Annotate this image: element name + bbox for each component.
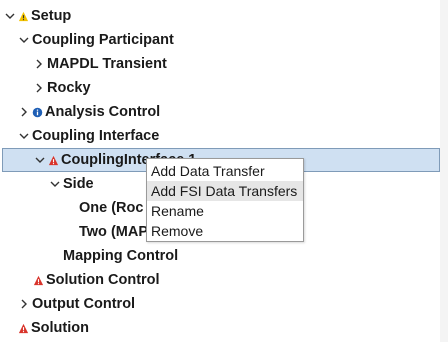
- tree-node-coupling-participant[interactable]: Coupling Participant: [0, 28, 448, 52]
- menu-item-add-data-transfer[interactable]: Add Data Transfer: [147, 161, 303, 181]
- tree-node-rocky[interactable]: Rocky: [0, 76, 448, 100]
- chevron-down-icon[interactable]: [49, 178, 61, 190]
- tree-label-side-two: Two (MAP: [79, 224, 148, 240]
- tree-label-coupling-participant: Coupling Participant: [32, 32, 174, 48]
- chevron-down-icon[interactable]: [34, 154, 46, 166]
- error-icon: [33, 275, 44, 286]
- tree-label-coupling-interface: Coupling Interface: [32, 128, 160, 144]
- tree-label-rocky: Rocky: [47, 80, 91, 96]
- tree-node-coupling-interface[interactable]: Coupling Interface: [0, 124, 448, 148]
- tree-node-analysis-control[interactable]: Analysis Control: [0, 100, 448, 124]
- menu-item-rename[interactable]: Rename: [147, 201, 303, 221]
- tree-label-side-one: One (Roc: [79, 200, 144, 216]
- tree-label-mapdl-transient: MAPDL Transient: [47, 56, 167, 72]
- tree-label-output-control: Output Control: [32, 296, 136, 312]
- tree-label-solution-control: Solution Control: [46, 272, 160, 288]
- menu-item-remove[interactable]: Remove: [147, 221, 303, 241]
- error-icon: [48, 155, 59, 166]
- scrollbar-track[interactable]: [440, 0, 448, 342]
- tree-label-setup: Setup: [31, 8, 72, 24]
- warning-icon: [18, 11, 29, 22]
- tree-label-mapping-control: Mapping Control: [63, 248, 179, 264]
- tree-node-solution-control[interactable]: Solution Control: [0, 268, 448, 292]
- chevron-down-icon[interactable]: [18, 130, 30, 142]
- info-icon: [32, 107, 43, 118]
- context-menu: Add Data Transfer Add FSI Data Transfers…: [146, 158, 304, 242]
- tree-node-setup[interactable]: Setup: [0, 4, 448, 28]
- chevron-right-icon[interactable]: [18, 298, 30, 310]
- chevron-right-icon[interactable]: [33, 58, 45, 70]
- chevron-right-icon[interactable]: [33, 82, 45, 94]
- chevron-right-icon[interactable]: [18, 106, 30, 118]
- chevron-down-icon[interactable]: [4, 10, 16, 22]
- tree-node-output-control[interactable]: Output Control: [0, 292, 448, 316]
- tree-label-analysis-control: Analysis Control: [45, 104, 161, 120]
- tree-node-mapping-control[interactable]: Mapping Control: [0, 244, 448, 268]
- tree-node-mapdl-transient[interactable]: MAPDL Transient: [0, 52, 448, 76]
- menu-item-add-fsi-data-transfers[interactable]: Add FSI Data Transfers: [147, 181, 303, 201]
- tree-label-solution: Solution: [31, 320, 89, 336]
- tree-label-side: Side: [63, 176, 94, 192]
- chevron-down-icon[interactable]: [18, 34, 30, 46]
- error-icon: [18, 323, 29, 334]
- tree-node-solution[interactable]: Solution: [0, 316, 448, 340]
